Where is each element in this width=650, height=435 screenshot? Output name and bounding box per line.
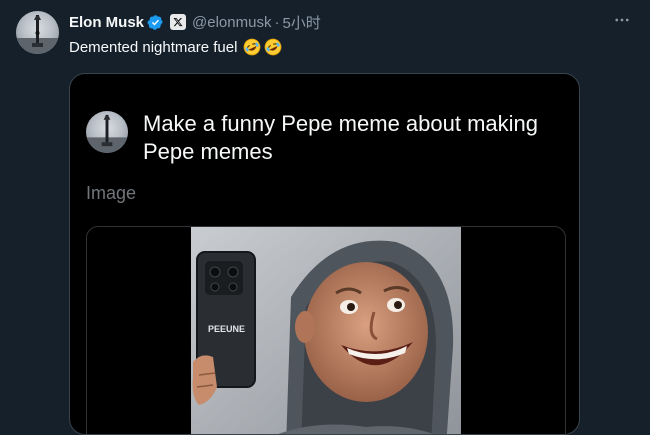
phone-label-text: PEEUNE (208, 324, 245, 334)
quoted-post-card[interactable]: Make a funny Pepe meme about making Pepe… (69, 73, 580, 435)
meme-image[interactable]: PEEUNE (191, 227, 461, 435)
separator-dot: · (274, 13, 280, 31)
verified-badge-icon (147, 14, 164, 31)
quoted-prompt-text: Make a funny Pepe meme about making Pepe… (143, 111, 539, 164)
x-affiliate-badge-icon[interactable] (170, 14, 187, 30)
quoted-author-avatar[interactable] (86, 111, 128, 153)
media-label: Image (86, 183, 137, 203)
media-image-frame[interactable]: PEEUNE (86, 226, 566, 435)
author-avatar[interactable] (16, 11, 59, 54)
rofl-emoji-icon (264, 38, 282, 56)
author-name[interactable]: Elon Musk (69, 14, 144, 31)
rofl-emoji-icon (243, 38, 261, 56)
timestamp[interactable]: 5小时 (282, 12, 320, 33)
more-options-icon[interactable] (612, 10, 632, 30)
author-handle[interactable]: @elonmusk (192, 14, 271, 31)
tweet-text: Demented nightmare fuel (69, 38, 238, 56)
